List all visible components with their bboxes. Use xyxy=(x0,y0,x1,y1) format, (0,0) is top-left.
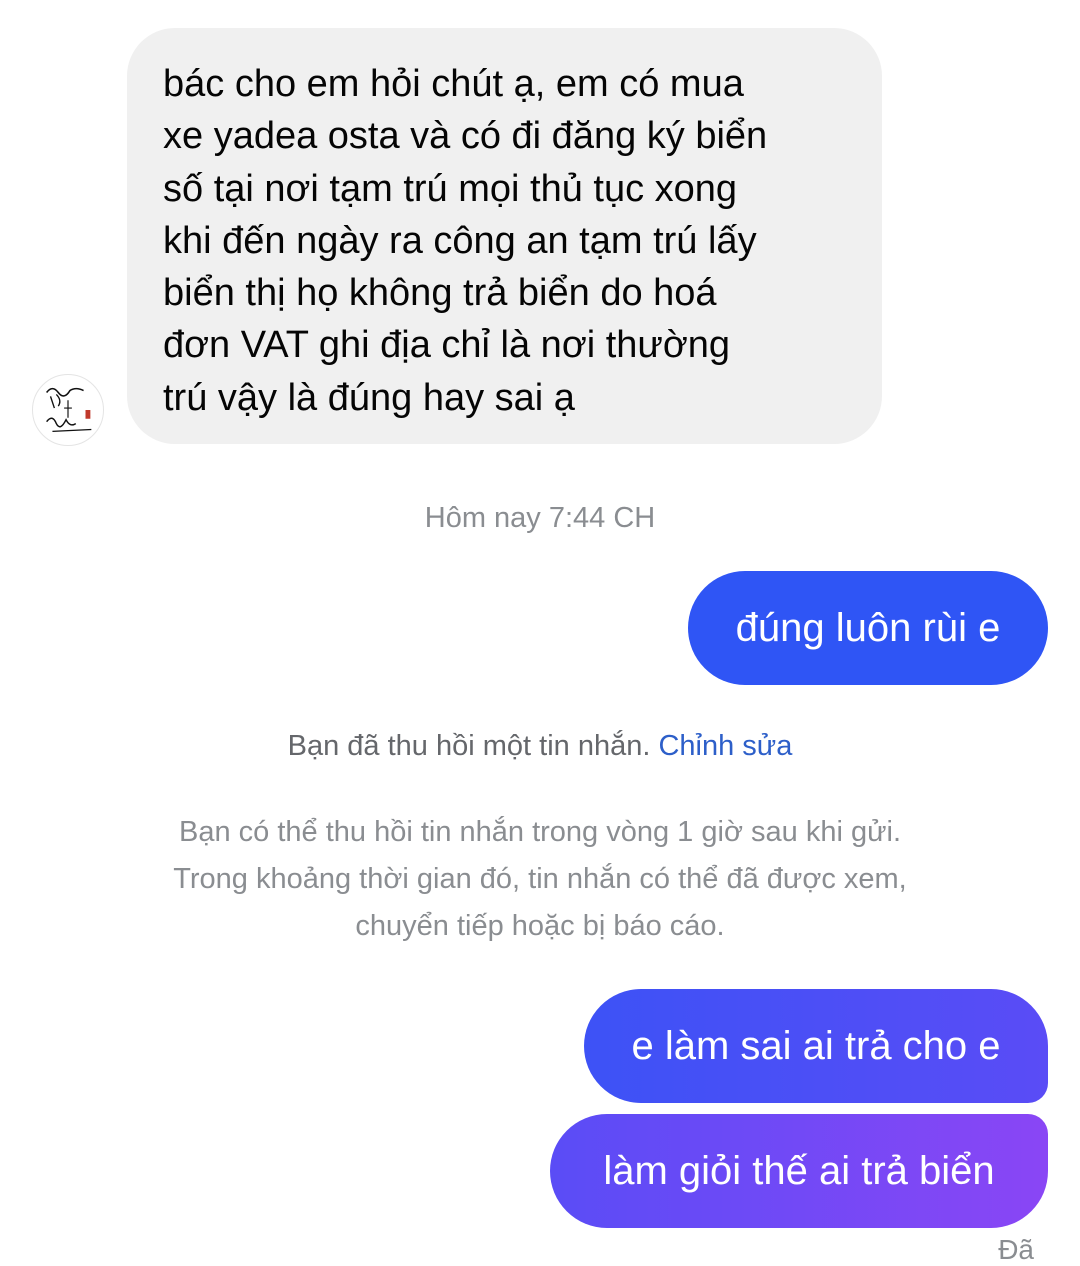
recall-notice-text: Bạn đã thu hồi một tin nhắn. xyxy=(287,730,651,762)
recall-notice: Bạn đã thu hồi một tin nhắn. Chỉnh sửa xyxy=(0,730,1080,763)
outgoing-message-text: làm giỏi thế ai trả biển xyxy=(603,1148,995,1193)
outgoing-message-bubble[interactable]: làm giỏi thế ai trả biển xyxy=(550,1114,1048,1228)
recall-info-line: Bạn có thể thu hồi tin nhắn trong vòng 1… xyxy=(178,816,901,848)
chat-thread: bác cho em hỏi chút ạ, em có mua xe yade… xyxy=(0,0,1080,1265)
message-timestamp: Hôm nay 7:44 CH xyxy=(424,502,656,534)
calligraphy-avatar-icon xyxy=(45,387,92,433)
incoming-message-text: bác cho em hỏi chút ạ, em có mua xe yade… xyxy=(163,63,768,419)
sender-avatar[interactable] xyxy=(32,374,104,446)
recall-info-line: Trong khoảng thời gian đó, tin nhắn có t… xyxy=(173,863,907,895)
edit-link[interactable]: Chỉnh sửa xyxy=(658,730,792,762)
recall-info-line: chuyển tiếp hoặc bị báo cáo. xyxy=(355,910,725,942)
recall-info: Bạn có thể thu hồi tin nhắn trong vòng 1… xyxy=(0,809,1080,950)
outgoing-message-text: e làm sai ai trả cho e xyxy=(631,1023,1001,1068)
incoming-message-bubble[interactable]: bác cho em hỏi chút ạ, em có mua xe yade… xyxy=(127,28,882,444)
outgoing-message-bubble[interactable]: e làm sai ai trả cho e xyxy=(584,989,1048,1103)
outgoing-message-bubble[interactable]: đúng luôn rùi e xyxy=(688,571,1048,685)
seen-status: Đã xyxy=(998,1234,1034,1265)
outgoing-message-text: đúng luôn rùi e xyxy=(735,605,1001,650)
